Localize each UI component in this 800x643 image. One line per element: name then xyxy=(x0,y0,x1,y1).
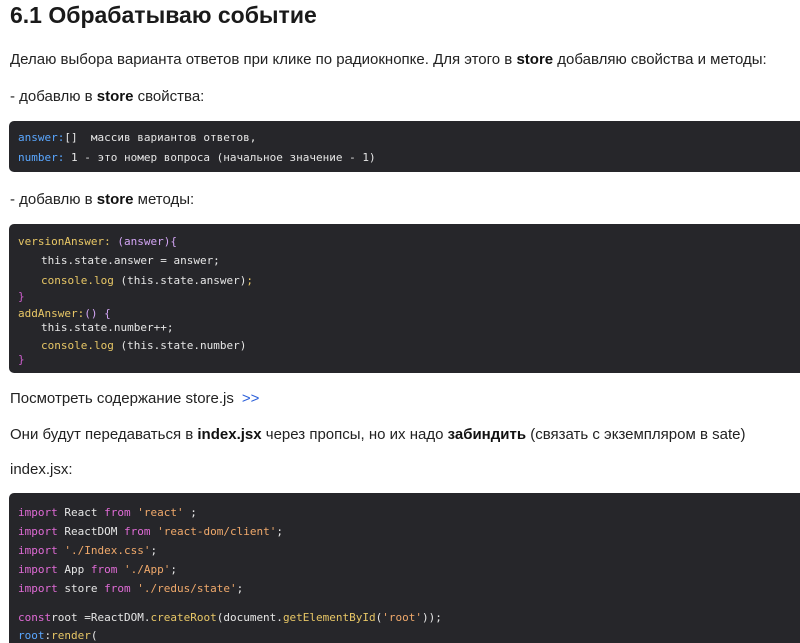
code-line: versionAnswer: (answer){ xyxy=(18,235,177,248)
section-heading: 6.1 Обрабатываю событие xyxy=(10,2,317,28)
file-label: index.jsx: xyxy=(10,461,73,478)
code-line: import App from './App'; xyxy=(18,563,177,576)
intro-paragraph: Делаю выбора варианта ответов при клике … xyxy=(10,51,767,68)
code-line: import store from './redus/state'; xyxy=(18,582,244,595)
code-line: this.state.answer = answer; xyxy=(41,254,220,267)
code-line: console.log (this.state.answer); xyxy=(41,274,253,287)
view-store-paragraph: Посмотреть содержание store.js >> xyxy=(10,390,260,407)
code-line: import './Index.css'; xyxy=(18,544,158,557)
code-block-methods: versionAnswer: (answer){ this.state.answ… xyxy=(9,224,800,373)
code-line: root:render( xyxy=(18,629,98,642)
store-link[interactable]: >> xyxy=(242,390,260,407)
code-line: number: 1 - это номер вопроса (начальное… xyxy=(18,151,376,164)
properties-paragraph: - добавлю в store свойства: xyxy=(10,88,205,105)
code-line: console.log (this.state.number) xyxy=(41,339,247,352)
code-line: } xyxy=(18,353,25,366)
props-paragraph: Они будут передаваться в index.jsx через… xyxy=(10,426,746,443)
code-line: this.state.number++; xyxy=(41,321,174,334)
code-block-index: import React from 'react' ; import React… xyxy=(9,493,800,643)
code-block-properties: answer:[] массив вариантов ответов, numb… xyxy=(9,121,800,172)
code-line: import ReactDOM from 'react-dom/client'; xyxy=(18,525,283,538)
code-line: constroot =ReactDOM.createRoot(document.… xyxy=(18,611,442,624)
methods-paragraph: - добавлю в store методы: xyxy=(10,191,195,208)
code-line: answer:[] массив вариантов ответов, xyxy=(18,131,257,144)
code-line: import React from 'react' ; xyxy=(18,506,197,519)
